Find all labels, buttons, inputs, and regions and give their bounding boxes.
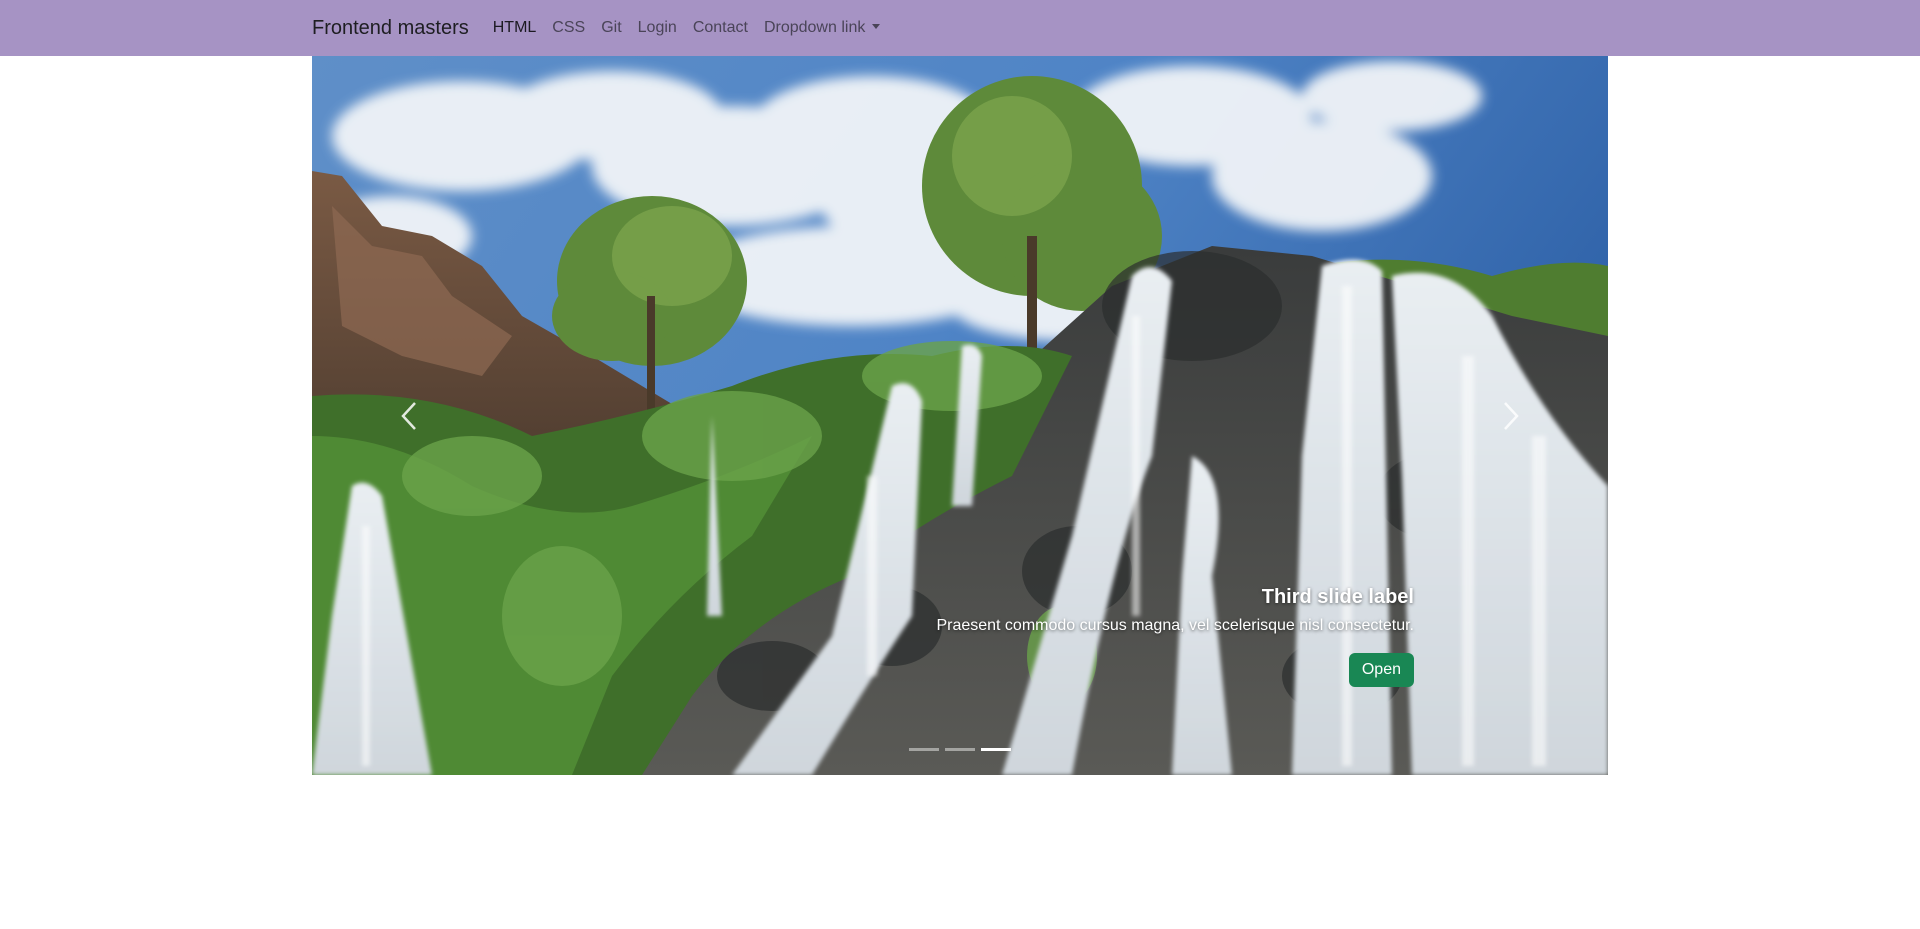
navbar-content: Frontend masters HTML CSS Git Login Cont… — [312, 0, 896, 56]
open-button[interactable]: Open — [1348, 653, 1414, 687]
nav-link-git[interactable]: Git — [601, 19, 621, 37]
slide-caption-title: Third slide label — [1261, 586, 1414, 608]
nav-dropdown-label: Dropdown link — [763, 19, 866, 36]
carousel-indicator-1[interactable] — [909, 748, 939, 751]
image-carousel: Third slide label Praesent commodo cursu… — [312, 56, 1608, 775]
navbar-brand[interactable]: Frontend masters — [312, 17, 469, 40]
slide-caption-text: Praesent commodo cursus magna, vel scele… — [936, 617, 1414, 634]
chevron-right-icon — [1504, 401, 1519, 430]
carousel-indicator-3[interactable] — [981, 748, 1011, 751]
nav-link-html[interactable]: HTML — [493, 19, 537, 37]
nav-link-contact[interactable]: Contact — [693, 19, 748, 37]
nav-link-login[interactable]: Login — [638, 19, 677, 37]
nav-link-css[interactable]: CSS — [552, 19, 585, 37]
carousel-prev-button[interactable] — [312, 56, 506, 775]
slide-caption: Third slide label Praesent commodo cursu… — [936, 586, 1414, 687]
navbar: Frontend masters HTML CSS Git Login Cont… — [0, 0, 1920, 56]
caret-down-icon — [872, 24, 881, 29]
carousel-indicators — [312, 748, 1608, 751]
carousel-next-button[interactable] — [1414, 56, 1608, 775]
chevron-left-icon — [401, 401, 416, 430]
nav-dropdown-toggle[interactable]: Dropdown link — [763, 19, 881, 37]
carousel-indicator-2[interactable] — [945, 748, 975, 751]
